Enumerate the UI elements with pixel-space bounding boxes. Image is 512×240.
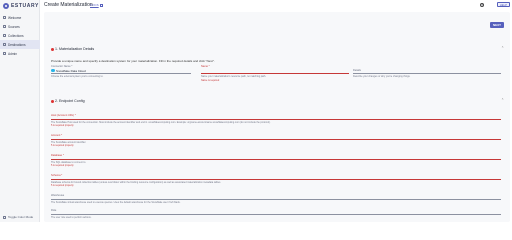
chevron-up-icon[interactable]: ⌃ bbox=[501, 98, 504, 102]
warehouse-input[interactable] bbox=[51, 199, 501, 200]
sidebar-item-label: Destinations bbox=[8, 42, 26, 47]
warehouse-help: The Snowflake virtual warehouse used to … bbox=[51, 200, 181, 204]
section-title: 2. Endpoint Config bbox=[55, 99, 85, 103]
section-instructions: Provide a unique name and specify a dest… bbox=[51, 59, 215, 63]
sidebar-item-sources[interactable]: Sources bbox=[0, 22, 40, 31]
details-help: Describe your changes or why you're chan… bbox=[353, 74, 411, 78]
schema-help: Database schema for bound collection tab… bbox=[51, 180, 221, 184]
role-label: Role bbox=[51, 209, 57, 212]
sidebar-item-label: Welcome bbox=[8, 15, 22, 20]
brand-name: ESTUARY bbox=[11, 3, 39, 9]
color-mode-label: Toggle Color Mode bbox=[8, 215, 34, 219]
role-help: The user role used to perform actions. bbox=[51, 215, 92, 219]
help-button[interactable]: HELP bbox=[496, 2, 510, 7]
name-help: Name your materialization's resource pat… bbox=[201, 74, 267, 78]
color-mode-toggle[interactable]: Toggle Color Mode bbox=[3, 215, 33, 219]
materialization-details-header[interactable]: 1. Materialization Details bbox=[51, 47, 94, 51]
sidebar-item-label: Admin bbox=[8, 51, 18, 56]
schema-label: Schema * bbox=[51, 174, 63, 177]
account-input[interactable] bbox=[51, 139, 501, 140]
sidebar-item-collections[interactable]: Collections bbox=[0, 31, 40, 40]
schema-error: 5 is required property bbox=[51, 184, 74, 187]
warehouse-label: Warehouse bbox=[51, 194, 65, 197]
gear-icon bbox=[3, 52, 6, 55]
details-input[interactable] bbox=[353, 73, 501, 74]
estuary-logo-icon bbox=[3, 3, 9, 9]
help-icon[interactable]: ? bbox=[480, 3, 484, 7]
host-help: The Snowflake Host used for the connecti… bbox=[51, 120, 271, 124]
connector-value: Snowflake Data Cloud bbox=[56, 68, 86, 73]
next-button[interactable]: NEXT bbox=[490, 22, 504, 28]
brand-logo[interactable]: ESTUARY bbox=[3, 3, 39, 9]
sidebar: ESTUARY Welcome Sources Collections Dest… bbox=[0, 0, 40, 222]
connector-select[interactable]: Snowflake Data Cloud bbox=[51, 69, 86, 73]
error-indicator-icon bbox=[51, 99, 54, 103]
snowflake-icon bbox=[51, 68, 55, 73]
database-error: 5 is required property bbox=[51, 164, 74, 167]
page-title: Create Materialization bbox=[44, 2, 93, 8]
host-input[interactable] bbox=[51, 119, 501, 120]
database-input[interactable] bbox=[51, 159, 501, 160]
name-input[interactable] bbox=[201, 73, 349, 74]
sidebar-item-destinations[interactable]: Destinations bbox=[0, 40, 40, 49]
download-icon bbox=[3, 25, 6, 28]
half-moon-icon bbox=[3, 215, 6, 219]
main-panel: NEXT 1. Materialization Details ⌃ Provid… bbox=[44, 12, 510, 222]
database-icon bbox=[3, 34, 6, 37]
role-input[interactable] bbox=[51, 214, 501, 215]
section-title: 1. Materialization Details bbox=[55, 47, 95, 51]
error-indicator-icon bbox=[51, 47, 54, 51]
sidebar-nav: Welcome Sources Collections Destinations… bbox=[0, 13, 40, 58]
chevron-up-icon[interactable]: ⌃ bbox=[501, 46, 504, 50]
connector-help: Choose the external system you're connec… bbox=[51, 74, 104, 78]
docs-link[interactable]: DOCS bbox=[90, 3, 103, 7]
account-error: 5 is required property bbox=[51, 144, 74, 147]
name-error: Name is required bbox=[201, 79, 220, 82]
upload-icon bbox=[3, 43, 6, 46]
sidebar-item-label: Sources bbox=[8, 24, 20, 29]
sidebar-item-label: Collections bbox=[8, 33, 24, 38]
host-error: 5 is required property bbox=[51, 124, 74, 127]
schema-input[interactable] bbox=[51, 179, 501, 180]
sidebar-item-admin[interactable]: Admin bbox=[0, 49, 40, 58]
connector-underline bbox=[51, 73, 191, 74]
host-label: Host (Account URL) * bbox=[51, 114, 76, 117]
external-link-icon bbox=[99, 3, 103, 7]
database-label: Database * bbox=[51, 154, 64, 157]
details-label: Details bbox=[353, 69, 361, 72]
endpoint-config-header[interactable]: 2. Endpoint Config bbox=[51, 99, 85, 103]
sidebar-item-welcome[interactable]: Welcome bbox=[0, 13, 40, 22]
docs-link-label: DOCS bbox=[90, 3, 99, 7]
home-icon bbox=[3, 16, 6, 19]
name-label: Name * bbox=[201, 65, 210, 68]
account-label: Account * bbox=[51, 134, 63, 137]
page-header: Create Materialization DOCS ? HELP bbox=[40, 0, 512, 10]
